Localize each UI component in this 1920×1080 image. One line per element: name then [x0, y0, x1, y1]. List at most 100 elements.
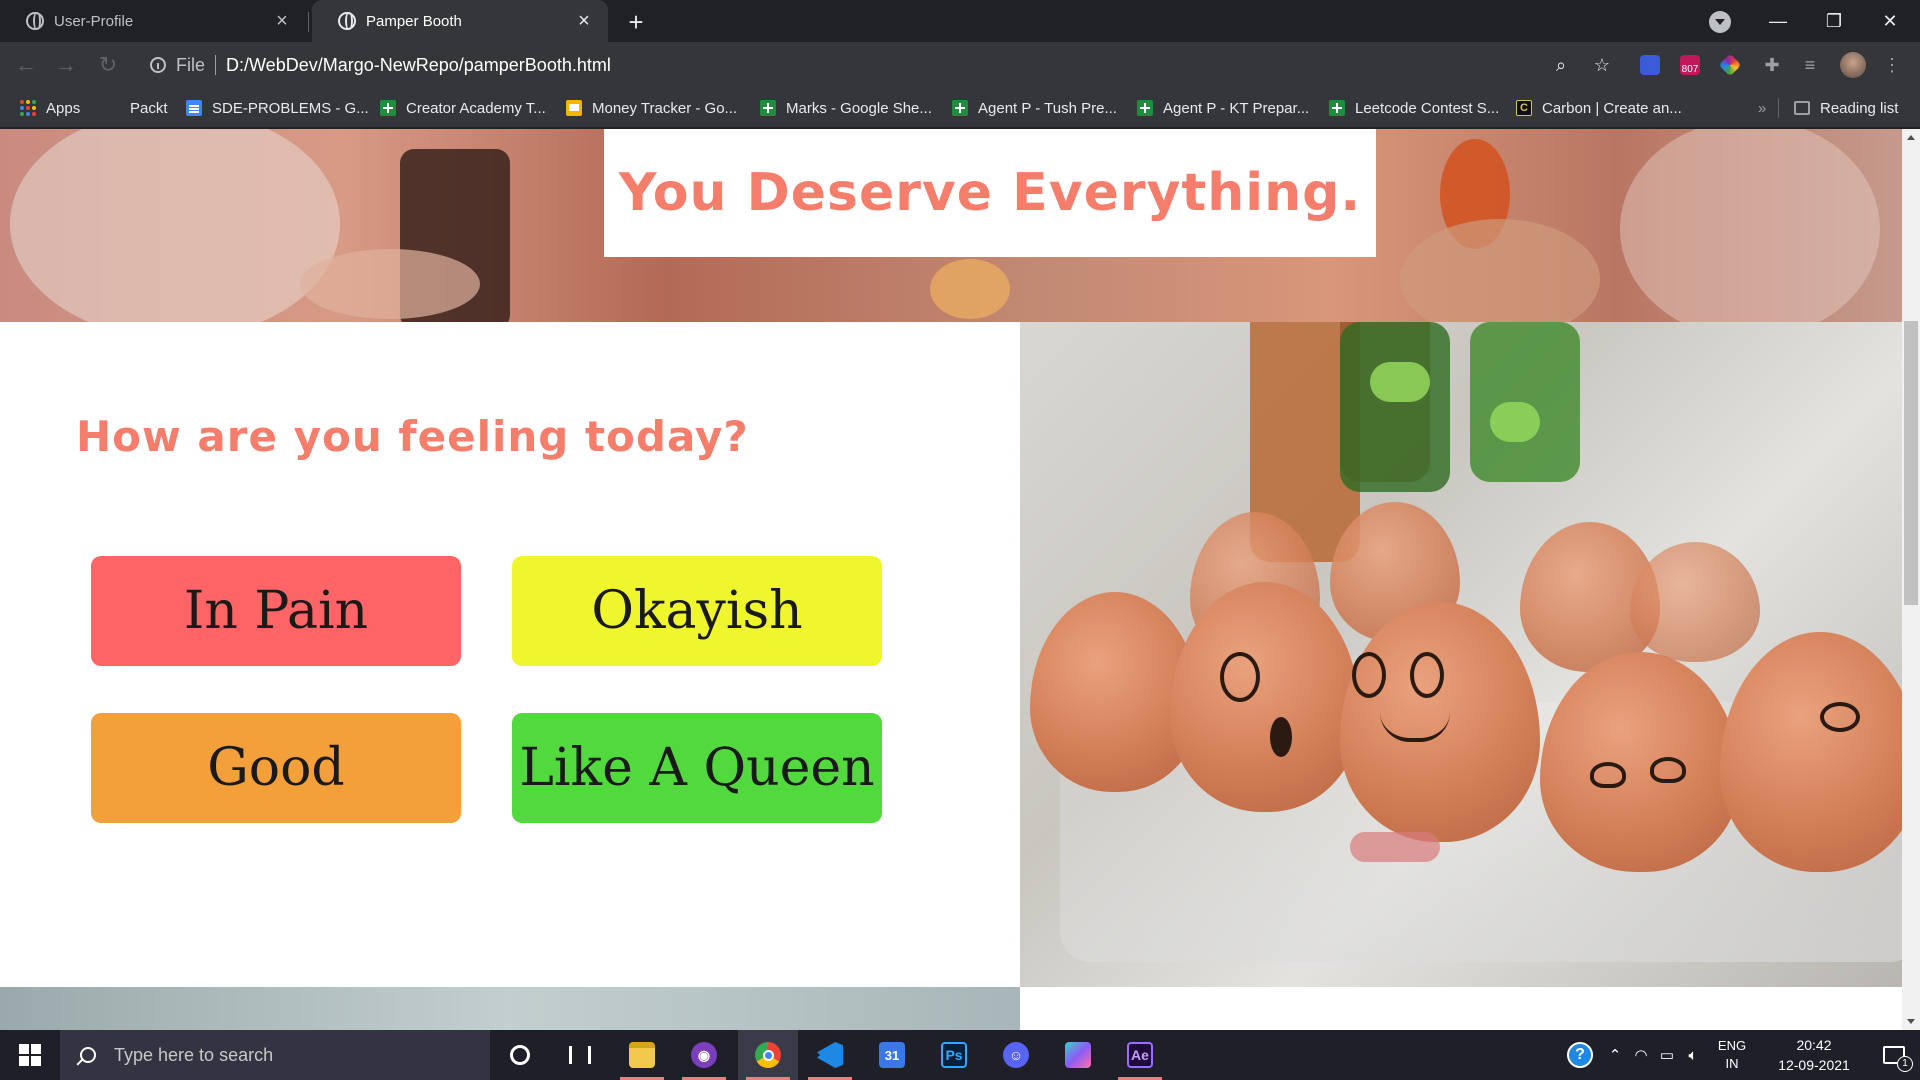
after-effects-icon: Ae	[1127, 1042, 1153, 1068]
extension-badge-icon[interactable]: 807	[1680, 55, 1700, 75]
discord-icon: ☺	[1003, 1042, 1029, 1068]
info-icon[interactable]	[150, 57, 166, 73]
bookmark-label: Money Tracker - Go...	[592, 99, 738, 117]
mood-in-pain-button[interactable]: In Pain	[91, 556, 461, 666]
taskbar-photoshop[interactable]: Ps	[924, 1030, 984, 1080]
bookmark-label: SDE-PROBLEMS - G...	[212, 99, 369, 117]
scrollbar-thumb[interactable]	[1904, 321, 1918, 605]
task-view-button[interactable]	[550, 1030, 610, 1080]
browser-toolbar: ← → ↻ File D:/WebDev/Margo-NewRepo/pampe…	[0, 42, 1920, 88]
minimize-button[interactable]: —	[1750, 0, 1806, 42]
taskbar-calendar[interactable]: 31	[862, 1030, 922, 1080]
bookmark-agent-p-tush[interactable]: Agent P - Tush Pre...	[952, 88, 1117, 128]
address-bar[interactable]: File D:/WebDev/Margo-NewRepo/pamperBooth…	[136, 48, 1516, 82]
reading-list-icon	[1794, 101, 1810, 115]
start-button[interactable]	[0, 1030, 60, 1080]
messenger-extension-icon[interactable]	[1640, 55, 1660, 75]
bookmark-creator-academy[interactable]: Creator Academy T...	[380, 88, 546, 128]
bookmark-label: Creator Academy T...	[406, 99, 546, 117]
back-icon[interactable]: ←	[12, 51, 40, 79]
new-tab-button[interactable]: +	[622, 9, 650, 37]
input-language-indicator[interactable]: ENG IN	[1710, 1030, 1754, 1080]
photoshop-icon: Ps	[941, 1042, 967, 1068]
omnibox-divider	[215, 55, 217, 75]
scroll-up-arrow-icon[interactable]	[1907, 135, 1915, 140]
taskbar-file-explorer[interactable]	[612, 1030, 672, 1080]
chrome-icon	[755, 1042, 781, 1068]
show-hidden-icons-chevron-icon[interactable]: ⌃	[1602, 1030, 1628, 1080]
mood-panel: How are you feeling today? In Pain Okayi…	[0, 322, 1020, 987]
google-sheets-icon	[1329, 100, 1345, 116]
bookmark-apps[interactable]: Apps	[20, 88, 80, 128]
color-extension-icon[interactable]	[1718, 53, 1742, 77]
profile-avatar[interactable]	[1840, 52, 1866, 78]
mood-good-button[interactable]: Good	[91, 713, 461, 823]
taskbar-github-desktop[interactable]: ◉	[674, 1030, 734, 1080]
forward-icon[interactable]: →	[52, 51, 80, 79]
taskbar-search-box[interactable]: Type here to search	[60, 1030, 490, 1080]
tab-search-icon[interactable]	[1709, 11, 1731, 33]
extensions-puzzle-icon[interactable]: ✚	[1762, 55, 1782, 75]
globe-icon	[26, 12, 44, 30]
reload-icon[interactable]: ↻	[94, 51, 122, 79]
wifi-icon[interactable]: ◠	[1628, 1030, 1654, 1080]
cortana-circle-icon	[510, 1045, 530, 1065]
taskbar-search-placeholder: Type here to search	[114, 1044, 274, 1065]
hero-banner-photo: You Deserve Everything.	[0, 129, 1902, 322]
volume-icon[interactable]: 🔈︎	[1680, 1030, 1706, 1080]
bookmark-packt[interactable]: Packt	[130, 88, 168, 128]
bookmark-carbon[interactable]: C Carbon | Create an...	[1516, 88, 1682, 128]
google-sheets-icon	[760, 100, 776, 116]
help-icon[interactable]: ?	[1560, 1030, 1600, 1080]
battery-icon[interactable]: ▭	[1654, 1030, 1680, 1080]
bookmark-marks[interactable]: Marks - Google She...	[760, 88, 932, 128]
taskbar-chrome[interactable]	[738, 1030, 798, 1080]
mood-label: Good	[207, 738, 345, 798]
zoom-icon[interactable]: ⌕	[1551, 55, 1571, 75]
google-docs-icon	[186, 100, 202, 116]
mood-like-a-queen-button[interactable]: Like A Queen	[512, 713, 882, 823]
media-queue-icon[interactable]: ≡	[1800, 55, 1820, 75]
mood-label: In Pain	[183, 581, 369, 641]
taskbar-clock[interactable]: 20:42 12-09-2021	[1760, 1030, 1868, 1080]
notification-center-button[interactable]: 1	[1874, 1030, 1914, 1080]
apps-grid-icon	[20, 100, 36, 116]
clock-time: 20:42	[1796, 1037, 1832, 1053]
menu-kebab-icon[interactable]: ⋮	[1882, 55, 1902, 75]
close-window-button[interactable]: ✕	[1862, 0, 1918, 42]
browser-tab-strip: User-Profile × Pamper Booth × + — ❐ ✕	[0, 0, 1920, 42]
system-tray: ? ⌃ ◠ ▭ 🔈︎ ENG IN 20:42 12-09-2021 1	[1560, 1030, 1920, 1080]
page-viewport: You Deserve Everything. How are you feel…	[0, 129, 1902, 1030]
taskbar-app-cube[interactable]	[1048, 1030, 1108, 1080]
github-desktop-icon: ◉	[691, 1042, 717, 1068]
bookmark-money-tracker[interactable]: Money Tracker - Go...	[566, 88, 737, 128]
mood-okayish-button[interactable]: Okayish	[512, 556, 882, 666]
taskbar-after-effects[interactable]: Ae	[1110, 1030, 1170, 1080]
bookmark-star-icon[interactable]: ☆	[1592, 55, 1612, 75]
tab-user-profile[interactable]: User-Profile ×	[0, 0, 306, 42]
close-tab-icon[interactable]: ×	[574, 11, 594, 31]
globe-icon	[338, 12, 356, 30]
tab-divider	[308, 12, 309, 32]
page-scrollbar[interactable]	[1902, 129, 1920, 1030]
bookmark-label: Marks - Google She...	[786, 99, 932, 117]
bookmark-label: Carbon | Create an...	[1542, 99, 1682, 117]
bookmark-agent-p-kt[interactable]: Agent P - KT Prepar...	[1137, 88, 1309, 128]
close-tab-icon[interactable]: ×	[272, 11, 292, 31]
bookmark-leetcode-contest[interactable]: Leetcode Contest S...	[1329, 88, 1499, 128]
overflow-label: »	[1758, 99, 1767, 117]
taskbar-vscode[interactable]	[800, 1030, 860, 1080]
cortana-button[interactable]	[490, 1030, 550, 1080]
clock-date: 12-09-2021	[1778, 1057, 1850, 1073]
tab-pamper-booth[interactable]: Pamper Booth ×	[312, 0, 608, 42]
language-code: ENG	[1717, 1038, 1747, 1053]
cube-app-icon	[1065, 1042, 1091, 1068]
url-text[interactable]: D:/WebDev/Margo-NewRepo/pamperBooth.html	[226, 55, 611, 76]
bookmarks-overflow-chevron[interactable]: »	[1758, 88, 1766, 128]
reading-list-button[interactable]: Reading list	[1794, 88, 1898, 128]
taskbar-discord[interactable]: ☺	[986, 1030, 1046, 1080]
scroll-down-arrow-icon[interactable]	[1907, 1019, 1915, 1024]
restore-button[interactable]: ❐	[1806, 0, 1862, 42]
bookmark-sde-problems[interactable]: SDE-PROBLEMS - G...	[186, 88, 369, 128]
windows-logo-icon	[19, 1044, 41, 1066]
